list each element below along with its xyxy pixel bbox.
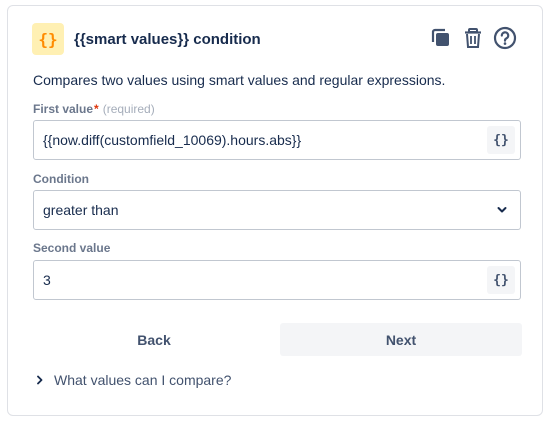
help-expander-label: What values can I compare? [54,372,232,388]
required-hint: (required) [102,102,155,116]
second-value-label: Second value [33,241,111,255]
back-button[interactable]: Back [33,323,275,356]
first-value-label: First value* (required) [33,102,155,116]
first-value-input[interactable]: {{now.diff(customfield_10069).hours.abs}… [33,120,521,160]
panel-title: {{smart values}} condition [74,31,261,48]
chevron-down-icon [497,207,507,213]
first-value-label-text: First value [33,102,94,116]
condition-select[interactable]: greater than [33,190,521,230]
second-value-input[interactable]: 3 {} [33,260,521,300]
first-value-smart-values-button[interactable]: {} [487,126,515,154]
trash-icon[interactable] [459,24,487,52]
first-value-text: {{now.diff(customfield_10069).hours.abs}… [43,132,302,148]
chevron-right-icon [37,375,43,385]
description-text: Compares two values using smart values a… [33,72,446,88]
condition-selected-value: greater than [43,202,119,218]
help-icon[interactable] [491,24,519,52]
next-button[interactable]: Next [280,323,522,356]
help-expander[interactable]: What values can I compare? [35,372,231,388]
second-value-smart-values-button[interactable]: {} [487,266,515,294]
required-marker: * [94,102,99,116]
second-value-text: 3 [43,272,51,288]
smart-values-icon: {} [32,23,64,55]
copy-icon[interactable] [427,24,455,52]
condition-panel: {} {{smart values}} condition Compares t… [7,5,543,416]
condition-label: Condition [33,172,89,186]
